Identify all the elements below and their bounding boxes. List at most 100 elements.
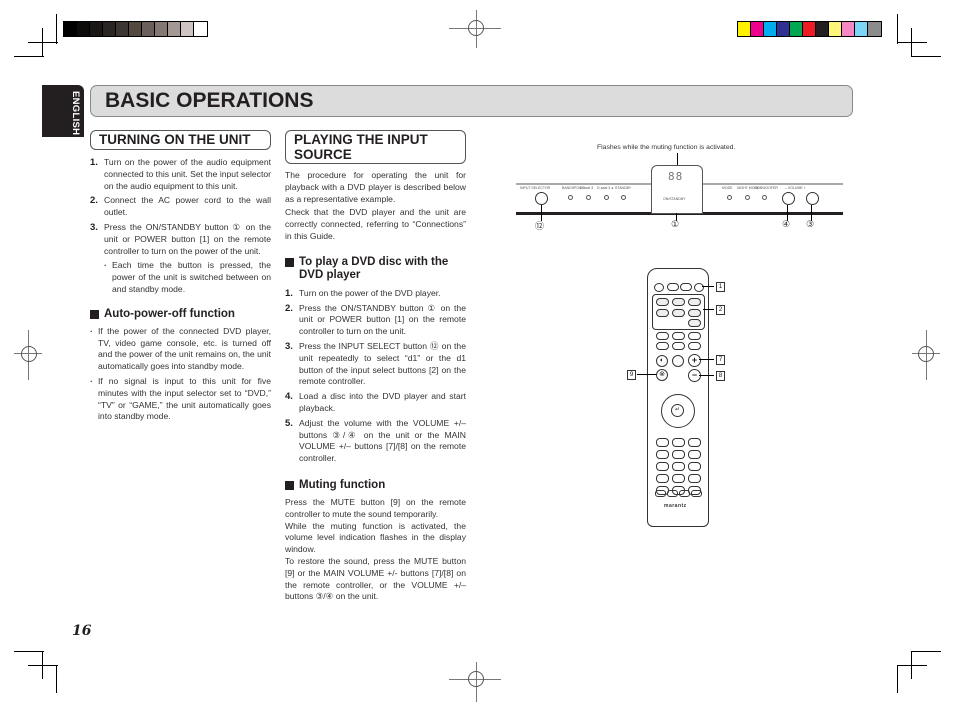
title-bar: BASIC OPERATIONS: [90, 85, 853, 117]
auto-power-off-heading: Auto-power-off function: [90, 308, 271, 321]
indicator-led: [762, 195, 767, 200]
aux-top-button[interactable]: [680, 283, 692, 291]
remote-callout-7: 7: [716, 355, 725, 365]
remote-number-button[interactable]: [656, 474, 669, 483]
remote-callout-1: 1: [716, 282, 725, 292]
remote-transport-button[interactable]: [679, 490, 690, 497]
square-bullet-icon: [90, 309, 99, 319]
display-window: 88: [651, 165, 703, 189]
color-swatch: [790, 22, 803, 36]
dvd-top-button[interactable]: [667, 283, 679, 291]
color-swatch: [868, 22, 881, 36]
bullet-item: If no signal is input to this unit for f…: [90, 376, 271, 423]
input-button-a1[interactable]: [656, 298, 669, 306]
remote-number-button[interactable]: [672, 450, 685, 459]
mute-top-button[interactable]: [654, 283, 664, 292]
remote-transport-button[interactable]: [691, 490, 702, 497]
audio-button[interactable]: [688, 342, 701, 350]
turning-on-note: Each time the button is pressed, the pow…: [90, 260, 271, 295]
volume-up-knob[interactable]: [806, 192, 819, 205]
language-tab: ENGLISH: [42, 85, 84, 137]
input-button-h1[interactable]: [672, 298, 685, 306]
muting-heading: Muting function: [285, 479, 466, 492]
indicator-label: D-seat 3: [580, 186, 594, 190]
remote-number-button[interactable]: [688, 462, 701, 471]
enter-button[interactable]: ↵: [671, 404, 684, 417]
section-heading-turning-on: TURNING ON THE UNIT: [90, 130, 271, 150]
gray-swatch: [155, 22, 168, 36]
display-button[interactable]: [688, 332, 701, 340]
night-mode-button[interactable]: [672, 332, 685, 340]
color-swatch: [829, 22, 842, 36]
callout-4: ④: [782, 219, 791, 229]
muting-paragraph: Press the MUTE button [9] on the remote …: [285, 496, 466, 519]
display-readout: 88: [668, 170, 684, 183]
volume-label: – VOLUME +: [785, 186, 806, 190]
remote-number-button[interactable]: [672, 474, 685, 483]
color-swatch: [816, 22, 829, 36]
indicator-label: D-seat 3 ●: [597, 186, 614, 190]
dvd-heading: To play a DVD disc with the DVD player: [285, 256, 466, 282]
square-bullet-icon: [285, 257, 294, 267]
color-swatch: [738, 22, 751, 36]
indicator-led: [727, 195, 732, 200]
remote-number-button[interactable]: [688, 450, 701, 459]
input-button-h2[interactable]: [672, 309, 685, 317]
muting-paragraph: To restore the sound, press the MUTE but…: [285, 555, 466, 602]
muting-paragraph: While the muting function is activated, …: [285, 520, 466, 555]
color-swatch: [764, 22, 777, 36]
indicator-led: [586, 195, 591, 200]
gray-swatch: [129, 22, 142, 36]
remote-number-button[interactable]: [656, 450, 669, 459]
page-title: BASIC OPERATIONS: [105, 89, 314, 112]
input-button-d1[interactable]: [688, 298, 701, 306]
callout-3: ③: [806, 219, 815, 229]
input-selector-knob[interactable]: [535, 192, 548, 205]
cmyk-color-bar: [737, 21, 882, 37]
remote-brand: marantz: [664, 503, 687, 509]
power-button[interactable]: [694, 283, 704, 292]
remote-number-button[interactable]: [656, 438, 669, 447]
gray-swatch: [194, 22, 207, 36]
square-bullet-icon: [285, 480, 294, 490]
input-button-d3[interactable]: [688, 319, 701, 327]
manual-button[interactable]: [672, 342, 685, 350]
d-bass-button[interactable]: ◐: [656, 355, 668, 367]
remote-callout-2: 2: [716, 305, 725, 315]
remote-number-button[interactable]: [656, 462, 669, 471]
auto-power-off-list: If the power of the connected DVD player…: [90, 326, 271, 423]
remote-callout-9: 9: [627, 370, 636, 380]
page-number: 16: [72, 623, 92, 639]
mode-button[interactable]: [656, 332, 669, 340]
step-item: 5. Adjust the volume with the VOLUME +/– …: [285, 417, 466, 464]
step-item: 3. Press the INPUT SELECT button ⑫ on the…: [285, 340, 466, 387]
intro-paragraph: Check that the DVD player and the unit a…: [285, 207, 466, 241]
volume-down-knob[interactable]: [782, 192, 795, 205]
remote-transport-button[interactable]: [667, 490, 678, 497]
remote-number-button[interactable]: [688, 474, 701, 483]
mute-button[interactable]: ⊗: [656, 369, 668, 381]
remote-number-button[interactable]: [688, 438, 701, 447]
volume-up-button[interactable]: +: [688, 354, 701, 367]
remote-number-button[interactable]: [672, 462, 685, 471]
note-item: Each time the button is pressed, the pow…: [104, 260, 271, 295]
intro-paragraph: The procedure for operating the unit for…: [285, 170, 466, 204]
gray-swatch: [90, 22, 103, 36]
input-button-d2[interactable]: [688, 309, 701, 317]
gray-swatch: [64, 22, 77, 36]
color-swatch: [842, 22, 855, 36]
gray-swatch: [181, 22, 194, 36]
remote-number-button[interactable]: [672, 438, 685, 447]
indicator-led: [604, 195, 609, 200]
color-swatch: [777, 22, 790, 36]
playing-input-column: The procedure for operating the unit for…: [285, 170, 466, 603]
on-standby-panel[interactable]: ON/STANDBY: [651, 187, 703, 214]
indicator-led: [745, 195, 750, 200]
sound-button[interactable]: [656, 342, 669, 350]
turning-on-column: 1. Turn on the power of the audio equipme…: [90, 157, 271, 426]
indicator-label: MODE: [722, 186, 733, 190]
callout-12: ⑫: [535, 221, 545, 231]
input-button-a2[interactable]: [656, 309, 669, 317]
remote-transport-button[interactable]: [655, 490, 666, 497]
subwoofer-button[interactable]: [672, 355, 684, 367]
